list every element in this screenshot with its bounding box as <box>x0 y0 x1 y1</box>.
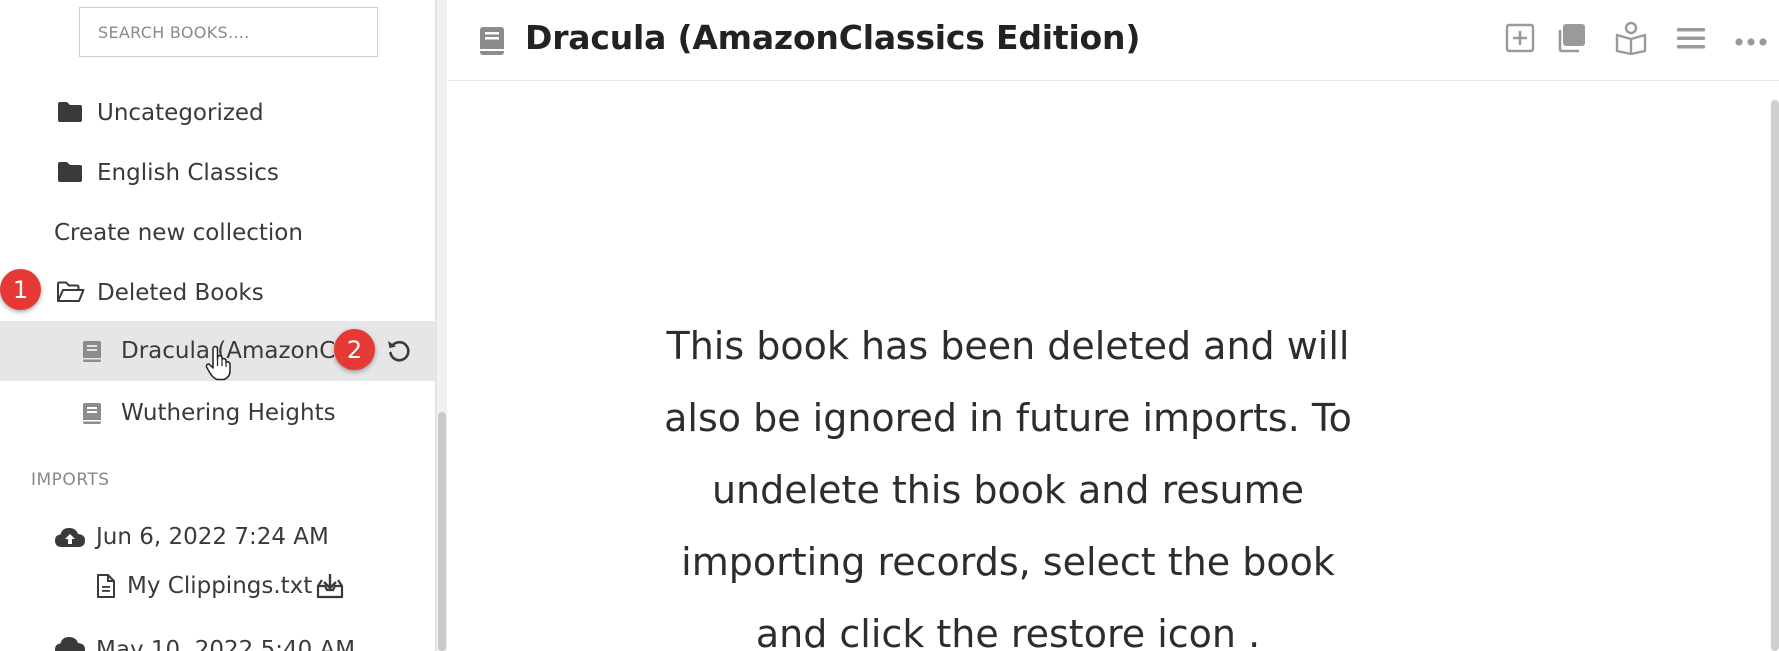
book-icon <box>82 340 102 363</box>
deleted-book-message: This book has been deleted and will also… <box>664 324 1352 651</box>
file-icon <box>96 574 115 598</box>
collection-label: English Classics <box>97 160 279 186</box>
create-collection-label: Create new collection <box>54 220 303 246</box>
folder-icon <box>57 101 83 123</box>
step-badge-2: 2 <box>334 329 375 370</box>
cloud-upload-icon <box>54 635 86 651</box>
menu-icon[interactable] <box>1673 20 1709 56</box>
step-badge-1: 1 <box>0 269 41 310</box>
book-item-wuthering-heights[interactable]: Wuthering Heights <box>0 383 435 443</box>
copy-icon[interactable] <box>1553 20 1589 56</box>
collection-label: Deleted Books <box>97 280 264 306</box>
page-title: Dracula (AmazonClassics Edition) <box>525 18 1141 57</box>
folder-open-icon <box>56 281 85 303</box>
hand-cursor-icon <box>204 344 234 386</box>
book-reader-icon[interactable] <box>1613 20 1649 56</box>
book-icon <box>82 402 102 425</box>
download-icon[interactable] <box>315 572 345 599</box>
import-item[interactable]: May 10, 2022 5:40 AM <box>0 625 435 651</box>
imports-section-label: IMPORTS <box>31 470 110 490</box>
import-date: May 10, 2022 5:40 AM <box>96 637 356 651</box>
main-scrollbar[interactable] <box>1771 100 1779 651</box>
sidebar-scrollbar-thumb[interactable] <box>438 412 446 651</box>
add-icon[interactable] <box>1502 20 1538 56</box>
import-date: Jun 6, 2022 7:24 AM <box>96 524 329 550</box>
collection-english-classics[interactable]: English Classics <box>0 143 435 203</box>
sidebar: Uncategorized English Classics Create ne… <box>0 0 436 651</box>
import-file-item[interactable]: My Clippings.txt <box>0 557 435 615</box>
book-label: Dracula (AmazonClassics Edition) <box>121 338 353 364</box>
more-icon[interactable] <box>1733 22 1769 58</box>
main-panel: Dracula (AmazonClassics Edition) This bo… <box>448 0 1779 651</box>
collection-deleted-books[interactable]: Deleted Books <box>0 263 435 323</box>
book-icon <box>479 26 505 56</box>
cloud-upload-icon <box>54 526 86 548</box>
search-input[interactable] <box>79 7 378 57</box>
create-collection-link[interactable]: Create new collection <box>0 203 435 263</box>
import-file-name: My Clippings.txt <box>127 573 313 599</box>
book-label: Wuthering Heights <box>121 400 336 426</box>
collection-uncategorized[interactable]: Uncategorized <box>0 83 435 143</box>
collection-label: Uncategorized <box>97 100 264 126</box>
folder-icon <box>57 161 83 183</box>
header-bar: Dracula (AmazonClassics Edition) <box>448 0 1779 81</box>
restore-icon[interactable] <box>386 338 412 364</box>
